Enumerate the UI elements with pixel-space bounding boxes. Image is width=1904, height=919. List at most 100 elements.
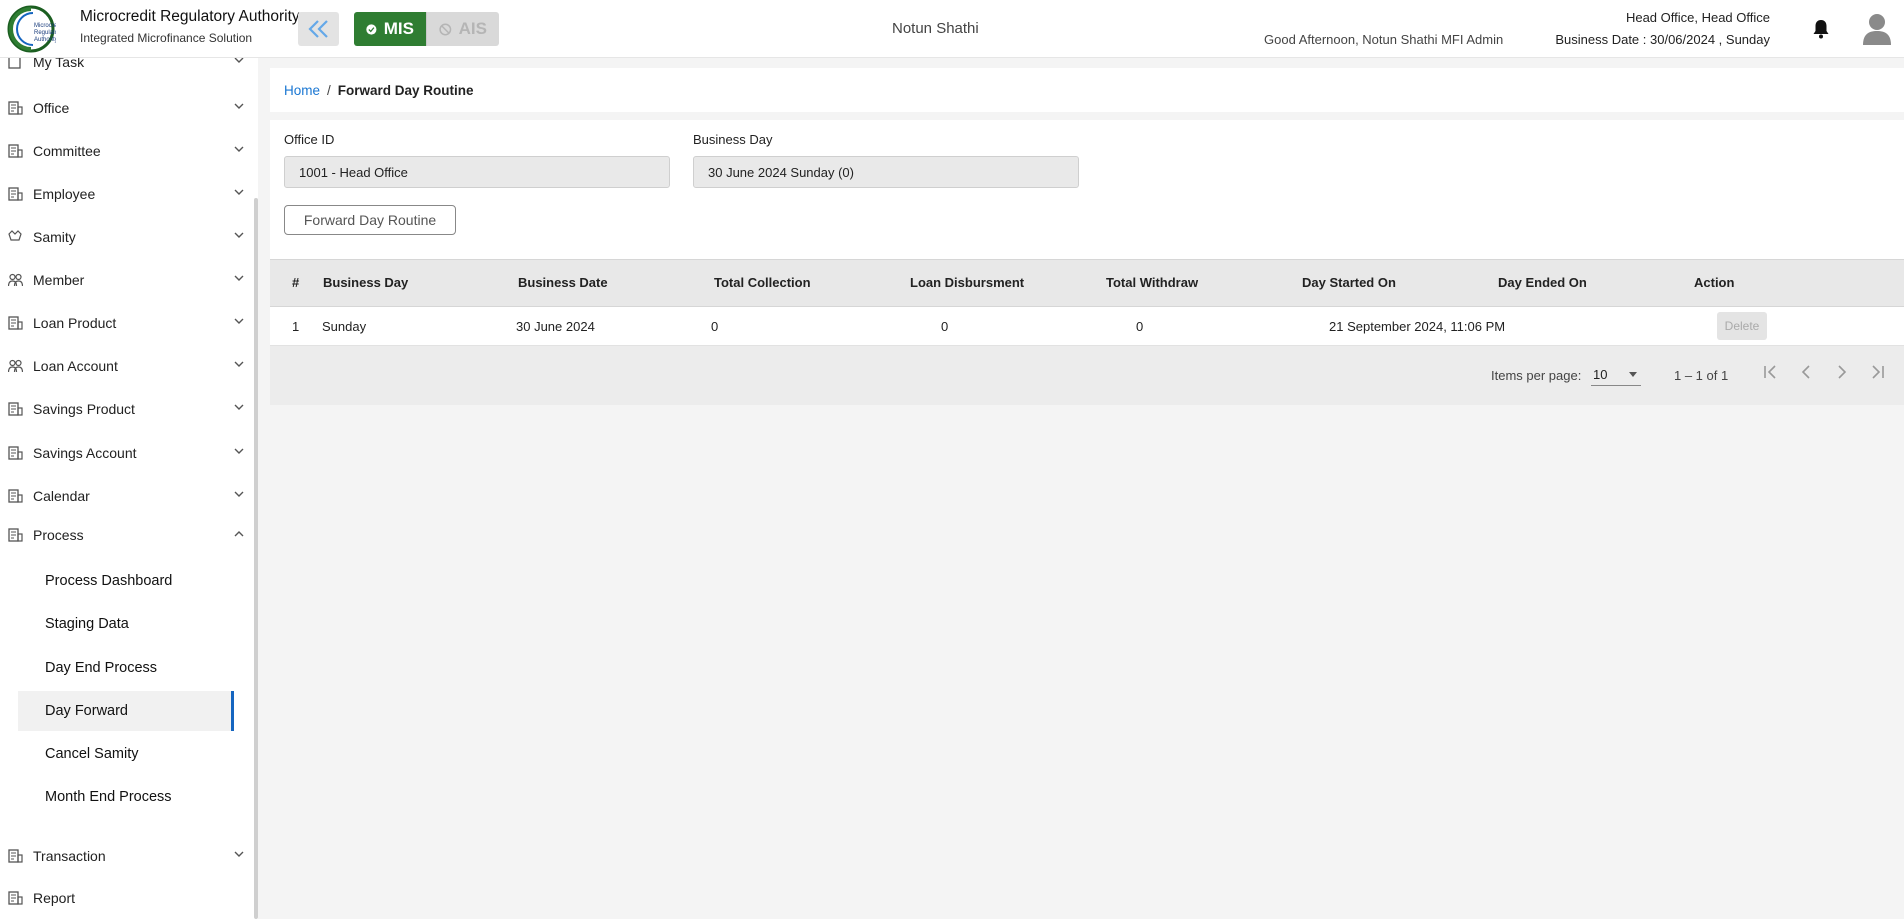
- paginator: Items per page: 10 1 – 1 of 1: [270, 346, 1904, 405]
- sidebar-item-savings-product[interactable]: Savings Product: [0, 391, 250, 427]
- first-page-icon[interactable]: [1762, 364, 1778, 380]
- notification-bell-icon[interactable]: [1812, 19, 1830, 39]
- chevron-down-icon: [234, 361, 244, 367]
- employee-icon: [8, 187, 23, 201]
- sidebar-item-employee[interactable]: Employee: [0, 176, 250, 212]
- page-range: 1 – 1 of 1: [1674, 368, 1729, 383]
- office-name: Head Office, Head Office: [1625, 10, 1770, 25]
- sidebar-item-calendar[interactable]: Calendar: [0, 478, 250, 514]
- col-index: #: [292, 275, 300, 290]
- user-avatar-icon[interactable]: [1862, 12, 1892, 46]
- chevron-down-icon: [234, 851, 244, 857]
- transaction-icon: [8, 849, 23, 863]
- sidebar-scrollbar[interactable]: [254, 198, 258, 919]
- breadcrumb-current: Forward Day Routine: [337, 82, 474, 98]
- chevron-down-icon: [234, 103, 244, 109]
- col-total-withdraw: Total Withdraw: [1106, 275, 1199, 290]
- previous-page-icon[interactable]: [1798, 364, 1814, 380]
- sidebar-item-report[interactable]: Report: [0, 880, 250, 916]
- day-forward-table: # Business Day Business Date Total Colle…: [270, 259, 1904, 405]
- col-total-collection: Total Collection: [714, 275, 811, 290]
- sidebar-item-office[interactable]: Office: [0, 90, 250, 126]
- sidebar-sub-process-dashboard[interactable]: Process Dashboard: [18, 561, 234, 601]
- sidebar-item-label: Savings Account: [33, 445, 137, 461]
- loan-account-icon: [8, 359, 23, 373]
- svg-text:Regulatory: Regulatory: [34, 30, 56, 36]
- sidebar-sub-label: Cancel Samity: [45, 746, 139, 762]
- calendar-icon: [8, 489, 23, 503]
- sidebar-sub-day-end-process[interactable]: Day End Process: [18, 648, 234, 688]
- chevron-down-icon: [234, 491, 244, 497]
- office-id-field[interactable]: 1001 - Head Office: [284, 156, 670, 188]
- chevron-down-icon: [234, 232, 244, 238]
- sidebar-item-label: Employee: [33, 186, 96, 202]
- last-page-icon[interactable]: [1870, 364, 1886, 380]
- items-per-page-label: Items per page:: [1491, 368, 1582, 383]
- dropdown-arrow-icon: [1629, 372, 1637, 377]
- cell-business-date: 30 June 2024: [516, 319, 595, 334]
- table-header: # Business Day Business Date Total Colle…: [270, 259, 1904, 307]
- sidebar-item-transaction[interactable]: Transaction: [0, 838, 250, 874]
- brand-subtitle: Integrated Microfinance Solution: [80, 31, 253, 45]
- sidebar-item-label: Office: [33, 100, 70, 116]
- sidebar-item-committee[interactable]: Committee: [0, 133, 250, 169]
- business-day-field[interactable]: 30 June 2024 Sunday (0): [693, 156, 1079, 188]
- process-icon: [8, 528, 23, 542]
- chevron-down-icon: [234, 189, 244, 195]
- chevron-down-icon: [234, 404, 244, 410]
- ais-label: AIS: [458, 19, 487, 38]
- mfi-name: Notun Shathi: [892, 20, 979, 37]
- items-per-page-value: 10: [1593, 367, 1608, 382]
- svg-text:Microcredit: Microcredit: [34, 23, 56, 29]
- mis-mode-button[interactable]: MIS: [354, 12, 426, 46]
- next-page-icon[interactable]: [1834, 364, 1850, 380]
- block-icon: [439, 23, 452, 35]
- sidebar-sub-label: Month End Process: [45, 789, 172, 805]
- col-action: Action: [1694, 275, 1735, 290]
- business-day-label: Business Day: [693, 132, 773, 147]
- sidebar-sub-cancel-samity[interactable]: Cancel Samity: [18, 734, 234, 774]
- sidebar-item-member[interactable]: Member: [0, 262, 250, 298]
- sidebar-item-label: My Task: [33, 58, 85, 70]
- svg-text:Authority: Authority: [34, 37, 56, 43]
- forward-day-routine-button[interactable]: Forward Day Routine: [284, 205, 456, 235]
- sidebar-item-savings-account[interactable]: Savings Account: [0, 435, 250, 471]
- cell-total-withdraw: 0: [1136, 319, 1144, 334]
- breadcrumb-home-link[interactable]: Home: [284, 83, 320, 98]
- cell-day-started-on: 21 September 2024, 11:06 PM: [1329, 319, 1506, 334]
- sidebar-item-label: Report: [33, 890, 76, 906]
- chevron-down-icon: [234, 448, 244, 454]
- items-per-page-select[interactable]: 10: [1591, 365, 1641, 386]
- sidebar-sub-label: Staging Data: [45, 616, 129, 632]
- samity-icon: [8, 230, 22, 241]
- sidebar-sub-staging-data[interactable]: Staging Data: [18, 604, 234, 644]
- sidebar-sub-day-forward[interactable]: Day Forward: [18, 691, 234, 731]
- chevron-down-icon: [234, 318, 244, 324]
- col-day-started-on: Day Started On: [1302, 275, 1396, 290]
- sidebar-item-process[interactable]: Process: [0, 517, 250, 553]
- committee-icon: [8, 144, 23, 158]
- sidebar-item-label: Loan Product: [33, 315, 117, 331]
- sidebar-item-my-task[interactable]: My Task: [0, 58, 250, 80]
- collapse-sidebar-button[interactable]: [298, 12, 339, 46]
- business-date: Business Date : 30/06/2024 , Sunday: [1555, 32, 1770, 47]
- chevron-down-icon: [234, 58, 244, 63]
- sidebar-sub-month-end-process[interactable]: Month End Process: [18, 777, 234, 817]
- breadcrumb-separator: /: [327, 82, 331, 98]
- sidebar-item-loan-account[interactable]: Loan Account: [0, 348, 250, 384]
- report-icon: [8, 891, 23, 905]
- sidebar-item-samity[interactable]: Samity: [0, 219, 250, 255]
- forward-day-form: Office ID 1001 - Head Office Business Da…: [270, 120, 1904, 260]
- table-row: 1 Sunday 30 June 2024 0 0 0 21 September…: [270, 307, 1904, 346]
- sidebar-item-loan-product[interactable]: Loan Product: [0, 305, 250, 341]
- chevron-up-icon: [234, 531, 244, 537]
- brand-title: Microcredit Regulatory Authority: [80, 8, 300, 25]
- delete-button[interactable]: Delete: [1717, 312, 1767, 340]
- sidebar-sub-label: Day Forward: [45, 703, 128, 719]
- ais-mode-button[interactable]: AIS: [426, 12, 499, 46]
- col-loan-disbursment: Loan Disbursment: [910, 275, 1025, 290]
- member-icon: [8, 273, 23, 287]
- loan-product-icon: [8, 316, 23, 330]
- sidebar-item-label: Loan Account: [33, 358, 118, 374]
- mra-logo: Microcredit Regulatory Authority: [7, 5, 56, 53]
